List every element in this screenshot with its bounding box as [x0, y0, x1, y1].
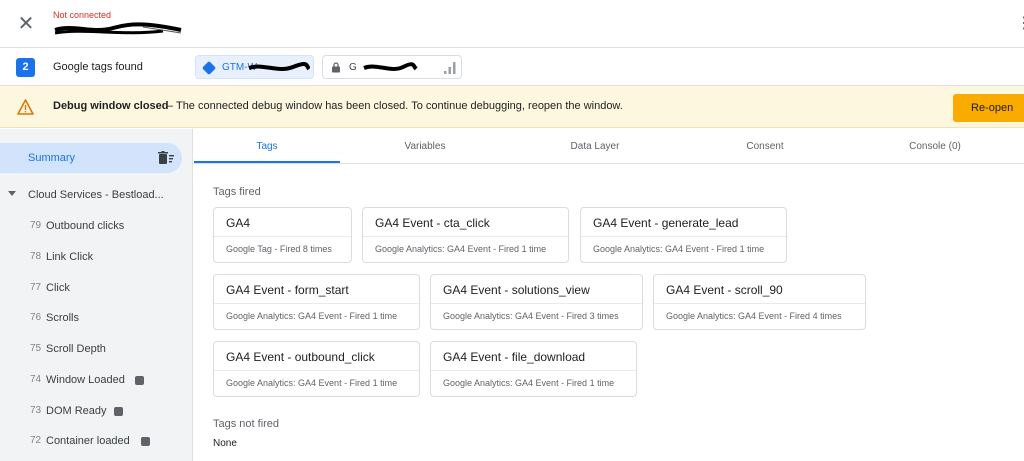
- tag-card[interactable]: GA4 Event - generate_lead Google Analyti…: [580, 207, 787, 263]
- lock-icon: [332, 62, 340, 73]
- gtm-diamond-icon: [201, 60, 217, 76]
- tag-card[interactable]: GA4 Event - cta_click Google Analytics: …: [362, 207, 569, 263]
- event-number: 77: [30, 282, 42, 293]
- card-divider: [431, 303, 642, 304]
- tags-fired-heading: Tags fired: [213, 186, 261, 198]
- tag-fire-info: Google Analytics: GA4 Event - Fired 1 ti…: [226, 378, 398, 388]
- tab-console[interactable]: Console (0): [862, 129, 1008, 164]
- sidebar-event-item[interactable]: 77 Click: [0, 278, 193, 298]
- tag-count-badge: 2: [16, 58, 35, 77]
- tag-fire-info: Google Tag - Fired 8 times: [226, 244, 332, 254]
- card-divider: [214, 236, 351, 237]
- event-label: DOM Ready: [46, 405, 107, 417]
- event-number: 74: [30, 374, 42, 385]
- sidebar-event-item[interactable]: 72 Container loaded: [0, 431, 193, 451]
- tag-card[interactable]: GA4 Event - file_download Google Analyti…: [430, 341, 637, 397]
- event-label: Outbound clicks: [46, 220, 125, 232]
- tag-fire-info: Google Analytics: GA4 Event - Fired 1 ti…: [375, 244, 547, 254]
- sidebar-event-item[interactable]: 74 Window Loaded: [0, 370, 193, 390]
- sidebar-item-container[interactable]: Cloud Services - Bestload...: [0, 185, 193, 205]
- tags-found-label: Google tags found: [53, 61, 143, 73]
- sidebar-event-item[interactable]: 75 Scroll Depth: [0, 339, 193, 359]
- event-sidebar: Summary Cloud Services - Bestload... 79 …: [0, 129, 193, 461]
- debug-closed-banner: Debug window closed – The connected debu…: [0, 86, 1024, 128]
- signal-bars-icon: [444, 62, 456, 74]
- sidebar-event-item[interactable]: 76 Scrolls: [0, 308, 193, 328]
- card-divider: [581, 236, 786, 237]
- tag-name: GA4 Event - form_start: [226, 283, 349, 297]
- tab-consent[interactable]: Consent: [692, 129, 838, 164]
- tags-not-fired-heading: Tags not fired: [213, 418, 280, 430]
- container-label: Cloud Services - Bestload...: [28, 189, 164, 201]
- tab-bar: Tags Variables Data Layer Consent Consol…: [194, 129, 1024, 164]
- tag-name: GA4 Event - cta_click: [375, 216, 490, 230]
- summary-label: Summary: [28, 152, 76, 164]
- tab-tags[interactable]: Tags: [194, 129, 340, 164]
- tag-card[interactable]: GA4 Event - solutions_view Google Analyt…: [430, 274, 643, 330]
- event-label: Link Click: [46, 251, 94, 263]
- redacted-url-scribble: [54, 22, 182, 35]
- card-divider: [363, 236, 568, 237]
- active-tab-indicator: [194, 161, 340, 163]
- tag-fire-info: Google Analytics: GA4 Event - Fired 3 ti…: [443, 311, 619, 321]
- event-label: Scroll Depth: [46, 343, 106, 355]
- tag-name: GA4: [226, 216, 251, 230]
- sidebar-event-item[interactable]: 73 DOM Ready: [0, 401, 193, 421]
- tag-fire-info: Google Analytics: GA4 Event - Fired 1 ti…: [593, 244, 765, 254]
- tab-variables[interactable]: Variables: [352, 129, 498, 164]
- code-badge-icon: [135, 376, 144, 385]
- connection-status: Not connected: [53, 10, 112, 20]
- event-number: 72: [30, 435, 42, 446]
- tag-fire-info: Google Analytics: GA4 Event - Fired 4 ti…: [666, 311, 842, 321]
- event-label: Scrolls: [46, 312, 80, 324]
- more-menu-icon[interactable]: ⋮: [1016, 14, 1024, 34]
- tab-data-layer[interactable]: Data Layer: [522, 129, 668, 164]
- redacted-ga4-scribble: [363, 62, 417, 71]
- event-number: 76: [30, 312, 42, 323]
- event-label: Container loaded: [46, 435, 130, 447]
- sidebar-event-item[interactable]: 78 Link Click: [0, 247, 193, 267]
- tag-name: GA4 Event - scroll_90: [666, 283, 783, 297]
- tag-card[interactable]: GA4 Google Tag - Fired 8 times: [213, 207, 352, 263]
- tag-card[interactable]: GA4 Event - outbound_click Google Analyt…: [213, 341, 420, 397]
- tag-name: GA4 Event - generate_lead: [593, 216, 739, 230]
- event-number: 73: [30, 405, 42, 416]
- top-bar: ✕ Not connected ⋮: [0, 0, 1024, 48]
- close-icon[interactable]: ✕: [16, 14, 36, 34]
- card-divider: [431, 370, 636, 371]
- caret-down-icon: [8, 191, 16, 196]
- banner-message: – The connected debug window has been cl…: [167, 100, 623, 112]
- tag-name: GA4 Event - outbound_click: [226, 350, 375, 364]
- sidebar-item-summary[interactable]: Summary: [0, 143, 182, 173]
- card-divider: [214, 370, 419, 371]
- event-number: 75: [30, 343, 42, 354]
- tag-name: GA4 Event - solutions_view: [443, 283, 590, 297]
- event-number: 78: [30, 251, 42, 262]
- tag-card[interactable]: GA4 Event - form_start Google Analytics:…: [213, 274, 420, 330]
- tag-fire-info: Google Analytics: GA4 Event - Fired 1 ti…: [443, 378, 615, 388]
- tag-name: GA4 Event - file_download: [443, 350, 586, 364]
- tag-fire-info: Google Analytics: GA4 Event - Fired 1 ti…: [226, 311, 398, 321]
- event-label: Click: [46, 282, 70, 294]
- delete-sweep-icon[interactable]: [158, 151, 174, 165]
- code-badge-icon: [114, 407, 123, 416]
- tags-not-fired-none: None: [213, 438, 237, 449]
- card-divider: [654, 303, 865, 304]
- banner-title: Debug window closed: [53, 100, 169, 112]
- tags-found-bar: 2 Google tags found GTM-W G-8: [0, 48, 1024, 97]
- ga4-measurement-chip[interactable]: G-8: [322, 55, 462, 97]
- reopen-button[interactable]: Re-open: [953, 94, 1024, 122]
- event-number: 79: [30, 220, 42, 231]
- sidebar-event-item[interactable]: 79 Outbound clicks: [0, 216, 193, 236]
- gtm-container-chip[interactable]: GTM-W: [195, 55, 314, 79]
- redacted-gtm-scribble: [248, 62, 310, 71]
- card-divider: [214, 303, 419, 304]
- tag-card[interactable]: GA4 Event - scroll_90 Google Analytics: …: [653, 274, 866, 330]
- warning-icon: [17, 99, 34, 115]
- event-label: Window Loaded: [46, 374, 125, 386]
- code-badge-icon: [141, 437, 150, 446]
